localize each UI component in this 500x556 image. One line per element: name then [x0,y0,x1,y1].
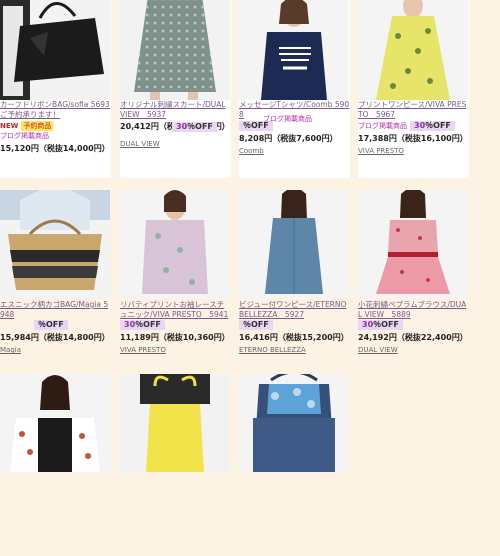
discount-badge: 30％OFF [410,121,455,131]
product-price: 24,192円（税抜22,400円） [358,333,468,342]
brand-link[interactable]: ETERNO BELLEZZA [239,346,350,354]
product-card[interactable]: メッセージTシャツ/Coomb 5908 ％OFF ブログ掲載商品 8,208円… [239,0,350,178]
blog-badge: ブログ掲載商品 [0,132,49,140]
product-card[interactable]: オリジナル刺繍スカート/DUAL VIEW 5937 20,412円（税抜18,… [120,0,231,178]
product-price: 17,388円（税抜16,100円） [358,134,468,143]
product-photo[interactable] [120,0,230,100]
product-price: 16,416円（税抜15,200円） [239,333,349,342]
product-title[interactable]: エスニック柄カゴBAG/Magia 5948 [0,300,111,320]
product-price: 15,120円（税抜14,000円） [0,144,110,153]
product-title[interactable]: オリジナル刺繍スカート/DUAL VIEW 5937 [120,100,231,120]
product-photo[interactable] [239,190,349,298]
product-photo[interactable] [0,0,110,100]
product-card[interactable]: 小花刺繍ペプラムブラウス/DUAL VIEW 5889 30％OFF 24,19… [358,190,469,372]
brand-link[interactable]: DUAL VIEW [120,140,231,148]
reserve-badge: 予約商品 [21,121,54,131]
discount-badge: 30％OFF [172,122,217,132]
brand-link[interactable]: VIVA PRESTO [358,147,469,155]
product-card[interactable]: エスニック柄カゴBAG/Magia 5948 ％OFF 15,984円（税抜14… [0,190,111,372]
product-photo[interactable] [120,190,230,298]
product-card[interactable] [0,374,111,556]
product-card[interactable]: プリントワンピース/VIVA PRESTO 5967 ブログ掲載商品 30％OF… [358,0,469,178]
brand-link[interactable]: VIVA PRESTO [120,346,231,354]
discount-badge: 30％OFF [358,320,403,330]
discount-badge: ％OFF [239,320,273,330]
product-title[interactable]: プリントワンピース/VIVA PRESTO 5967 [358,100,469,120]
product-photo[interactable] [0,374,110,472]
product-photo[interactable] [239,374,349,472]
product-price: 15,984円（税抜14,800円） [0,333,110,342]
blog-badge: ブログ掲載商品 [263,115,312,123]
product-card[interactable]: リバティプリントお袖レースチュニック/VIVA PRESTO 5941 30％O… [120,190,231,372]
discount-badge: 30％OFF [120,320,165,330]
product-card[interactable] [120,374,231,556]
new-badge: NEW [0,122,19,130]
blog-badge: ブログ掲載商品 [358,122,407,130]
brand-link[interactable]: DUAL VIEW [358,346,469,354]
brand-link[interactable]: Coomb [239,147,350,155]
product-title[interactable]: カーフドリボンBAG/sofia 5693 ご予約承ります！ [0,100,111,120]
discount-badge: ％OFF [34,320,68,330]
product-photo[interactable] [0,190,110,298]
product-title[interactable]: リバティプリントお袖レースチュニック/VIVA PRESTO 5941 [120,300,231,320]
brand-link[interactable]: Magia [0,346,111,354]
product-grid: カーフドリボンBAG/sofia 5693 ご予約承ります！ NEW 予約商品 … [0,0,500,556]
product-photo[interactable] [358,190,468,298]
product-card[interactable]: ビジュー付ワンピース/ETERNO BELLEZZA 5927 ％OFF 16,… [239,190,350,372]
product-price: 8,208円（税抜7,600円） [239,134,338,143]
product-photo[interactable] [239,0,349,100]
product-photo[interactable] [120,374,230,472]
product-title[interactable]: 小花刺繍ペプラムブラウス/DUAL VIEW 5889 [358,300,469,320]
product-card[interactable]: カーフドリボンBAG/sofia 5693 ご予約承ります！ NEW 予約商品 … [0,0,111,178]
product-price: 11,189円（税抜10,360円） [120,333,230,342]
product-title[interactable]: ビジュー付ワンピース/ETERNO BELLEZZA 5927 [239,300,350,320]
product-photo[interactable] [358,0,468,100]
product-card[interactable] [239,374,350,556]
